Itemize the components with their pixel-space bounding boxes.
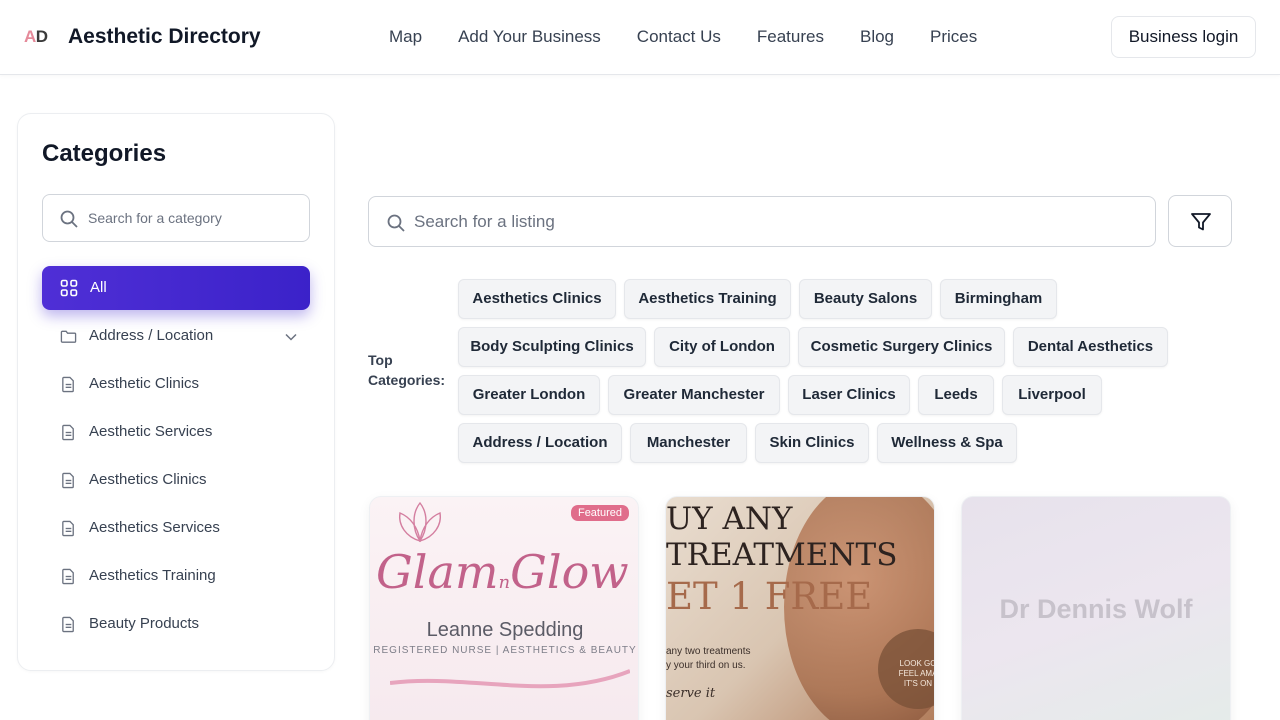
- logo-icon[interactable]: AD: [24, 22, 56, 52]
- categories-sidebar: Categories All Address / Location Aesthe…: [17, 113, 335, 671]
- file-icon: [62, 520, 74, 537]
- promo-line-2: TREATMENTS: [666, 537, 898, 573]
- promo-detail-2: y your third on us.: [666, 660, 746, 671]
- category-search-input[interactable]: [88, 195, 298, 241]
- nav-add-business[interactable]: Add Your Business: [458, 27, 601, 47]
- card-logo-title: GlamnGlow: [376, 545, 629, 599]
- category-label: Aesthetic Services: [89, 423, 213, 440]
- category-beauty-products[interactable]: Beauty Products: [42, 604, 310, 644]
- category-label: Aesthetic Clinics: [89, 375, 200, 392]
- site-header: AD Aesthetic Directory Map Add Your Busi…: [0, 0, 1280, 75]
- chip-beauty-salons[interactable]: Beauty Salons: [799, 279, 932, 319]
- business-login-button[interactable]: Business login: [1111, 16, 1256, 58]
- card-doctor-name: Dr Dennis Wolf: [999, 594, 1193, 624]
- category-label: Aesthetics Clinics: [89, 471, 207, 488]
- chip-address-location[interactable]: Address / Location: [458, 423, 622, 463]
- glow-word: Glow: [510, 545, 629, 599]
- promo-detail-3: serve it: [666, 686, 716, 701]
- promo-detail-1: any two treatments: [666, 646, 751, 657]
- chip-birmingham[interactable]: Birmingham: [940, 279, 1057, 319]
- category-label: Aesthetics Training: [89, 567, 216, 584]
- search-icon: [60, 210, 78, 228]
- promo-details: any two treatments y your third on us. s…: [666, 645, 750, 701]
- swoosh-decoration: [390, 669, 630, 689]
- chip-wellness-spa[interactable]: Wellness & Spa: [877, 423, 1017, 463]
- nav-prices[interactable]: Prices: [930, 27, 977, 47]
- nav-blog[interactable]: Blog: [860, 27, 894, 47]
- category-aesthetics-training[interactable]: Aesthetics Training: [42, 556, 310, 596]
- nav-map[interactable]: Map: [389, 27, 422, 47]
- card-person-name: Leanne Spedding: [426, 619, 584, 641]
- category-all-label: All: [90, 279, 107, 296]
- promo-line-1: UY ANY: [666, 501, 793, 537]
- promo-line-3: ET 1 FREE: [666, 575, 873, 618]
- nav-features[interactable]: Features: [757, 27, 824, 47]
- category-address-location[interactable]: Address / Location: [42, 316, 310, 356]
- file-icon: [62, 568, 74, 585]
- chip-body-sculpting-clinics[interactable]: Body Sculpting Clinics: [458, 327, 646, 367]
- filter-icon: [1191, 213, 1211, 231]
- category-all[interactable]: All: [42, 266, 310, 310]
- chip-manchester[interactable]: Manchester: [630, 423, 747, 463]
- top-categories-label: Top Categories:: [368, 350, 454, 390]
- filter-button[interactable]: [1168, 195, 1232, 247]
- chip-dental-aesthetics[interactable]: Dental Aesthetics: [1013, 327, 1168, 367]
- category-aesthetic-services[interactable]: Aesthetic Services: [42, 412, 310, 452]
- category-label: Beauty Products: [89, 615, 200, 632]
- file-icon: [62, 472, 74, 489]
- logo-letter-a: A: [24, 27, 36, 46]
- chip-greater-manchester[interactable]: Greater Manchester: [608, 375, 780, 415]
- chip-aesthetics-clinics[interactable]: Aesthetics Clinics: [458, 279, 616, 319]
- promo-circle-1: LOOK GO: [899, 659, 935, 668]
- glam-n: n: [498, 572, 511, 593]
- brand-name[interactable]: Aesthetic Directory: [68, 25, 261, 49]
- category-aesthetics-clinics[interactable]: Aesthetics Clinics: [42, 460, 310, 500]
- category-search[interactable]: [42, 194, 310, 242]
- file-icon: [62, 616, 74, 633]
- chip-cosmetic-surgery-clinics[interactable]: Cosmetic Surgery Clinics: [798, 327, 1005, 367]
- promo-circle-2: FEEL AMA: [898, 669, 935, 678]
- listing-card-dr-dennis-wolf[interactable]: Dr Dennis Wolf: [961, 496, 1231, 720]
- featured-badge: Featured: [570, 505, 629, 521]
- folder-icon: [60, 330, 77, 343]
- sidebar-title: Categories: [42, 140, 167, 167]
- lotus-icon: [399, 501, 441, 543]
- chip-skin-clinics[interactable]: Skin Clinics: [755, 423, 869, 463]
- chip-aesthetics-training[interactable]: Aesthetics Training: [624, 279, 791, 319]
- logo-letter-d: D: [35, 27, 48, 46]
- chip-city-of-london[interactable]: City of London: [654, 327, 790, 367]
- grid-icon: [60, 279, 78, 297]
- chevron-down-icon[interactable]: [284, 330, 298, 344]
- chip-greater-london[interactable]: Greater London: [458, 375, 600, 415]
- file-icon: [62, 376, 74, 393]
- chip-laser-clinics[interactable]: Laser Clinics: [788, 375, 910, 415]
- nav-contact-us[interactable]: Contact Us: [637, 27, 721, 47]
- chip-leeds[interactable]: Leeds: [918, 375, 994, 415]
- category-aesthetic-clinics[interactable]: Aesthetic Clinics: [42, 364, 310, 404]
- listing-card-promo[interactable]: UY ANY TREATMENTS ET 1 FREE any two trea…: [665, 496, 935, 720]
- glam-word: Glam: [376, 545, 499, 599]
- listing-card-glam-n-glow[interactable]: Featured GlamnGlow Leanne Spedding REGIS…: [369, 496, 639, 720]
- top-categories-label-line1: Top: [368, 352, 393, 368]
- card-subtitle: REGISTERED NURSE | AESTHETICS & BEAUTY: [373, 645, 637, 656]
- category-label: Aesthetics Services: [89, 519, 220, 536]
- top-categories-label-line2: Categories:: [368, 372, 446, 388]
- main-nav: Map Add Your Business Contact Us Feature…: [389, 27, 1013, 47]
- file-icon: [62, 424, 74, 441]
- listing-search-input[interactable]: [414, 197, 1114, 246]
- category-label: Address / Location: [89, 327, 214, 344]
- category-aesthetics-services[interactable]: Aesthetics Services: [42, 508, 310, 548]
- listing-search[interactable]: [368, 196, 1156, 247]
- promo-circle-3: IT'S ON: [903, 679, 933, 688]
- search-icon: [387, 214, 405, 232]
- chip-liverpool[interactable]: Liverpool: [1002, 375, 1102, 415]
